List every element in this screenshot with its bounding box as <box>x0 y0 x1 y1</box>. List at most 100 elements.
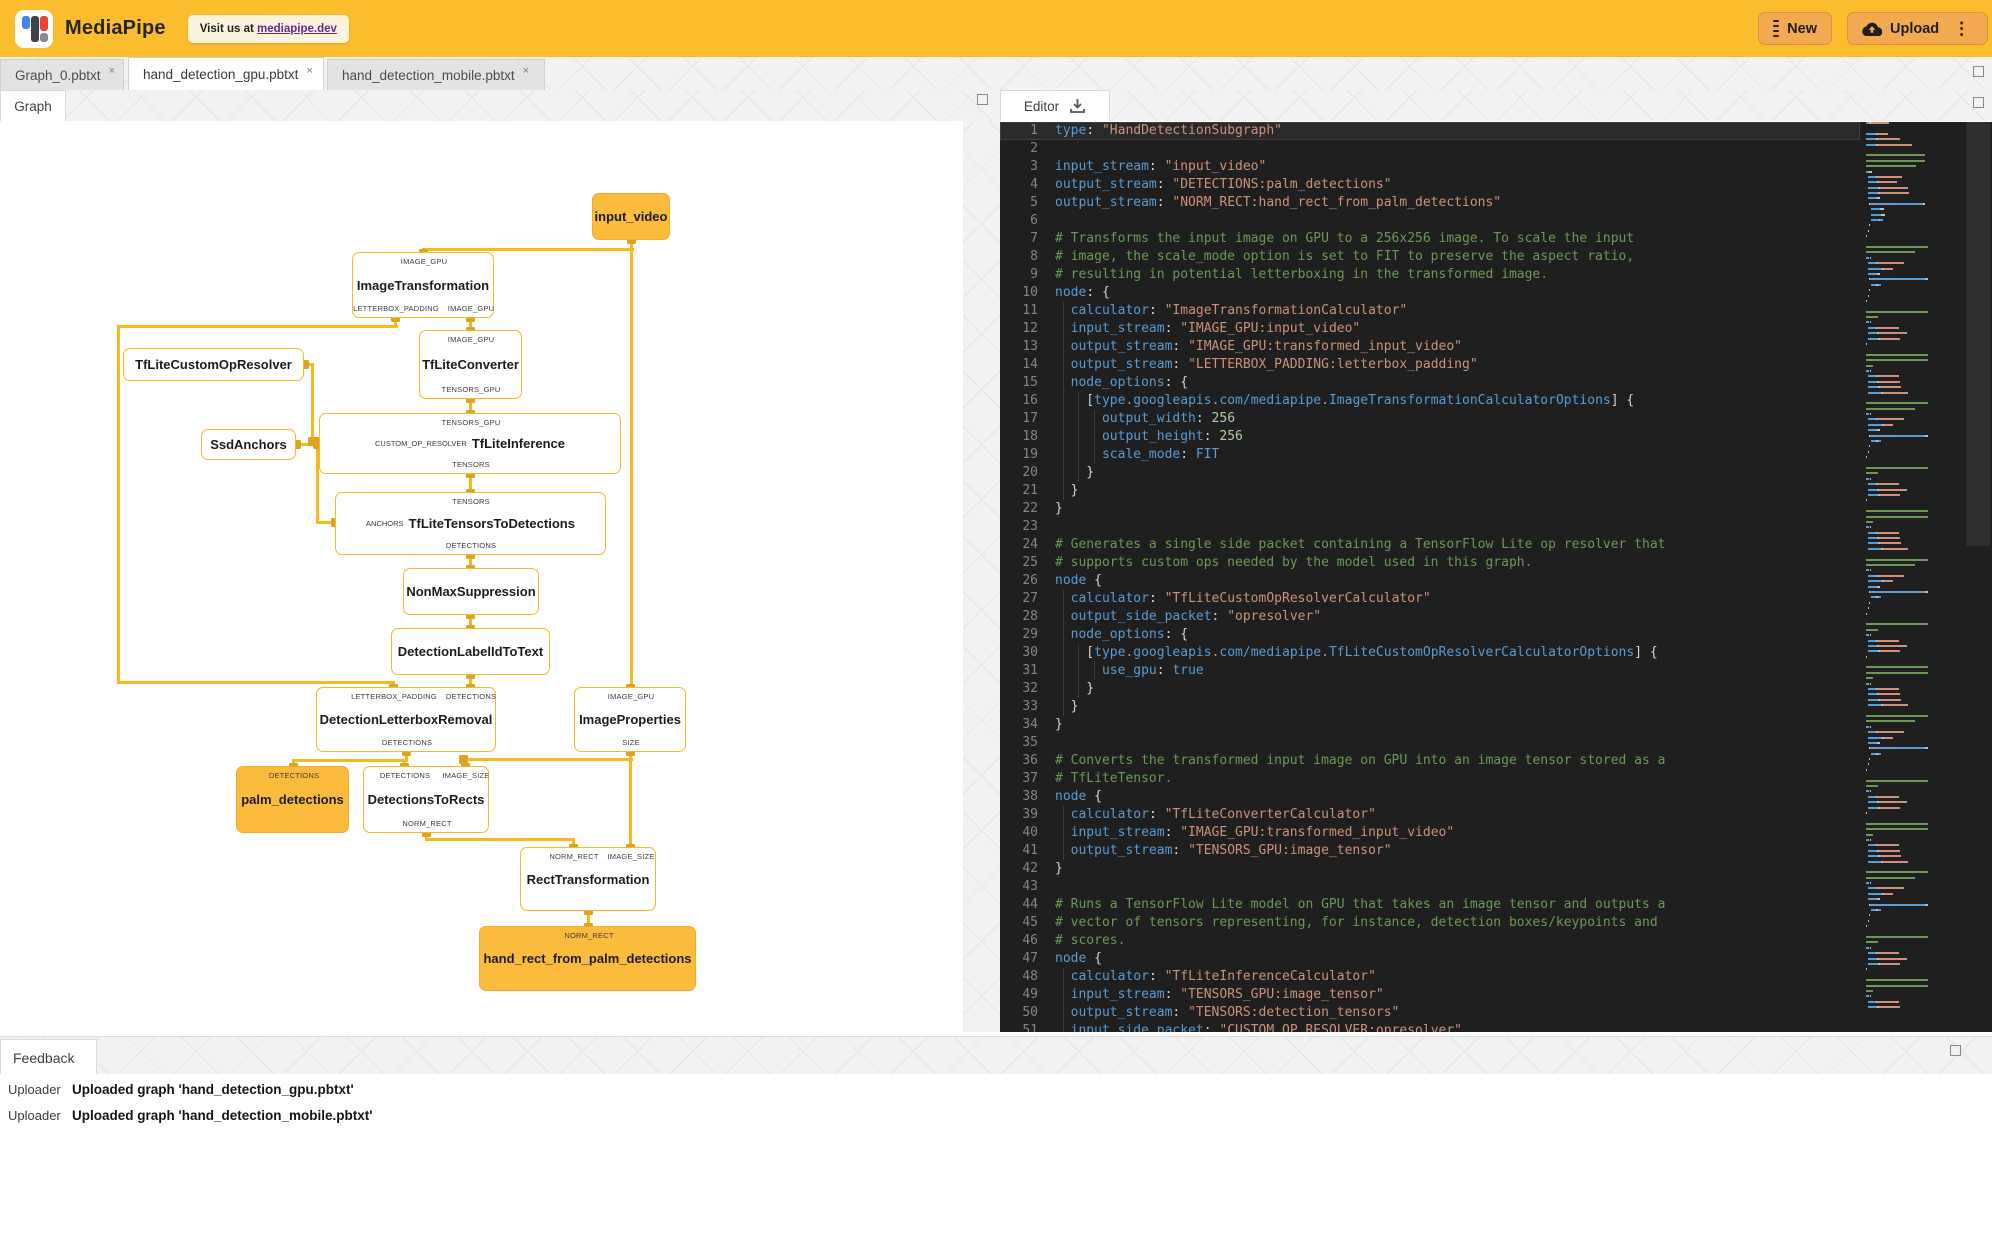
minimap-line <box>1866 860 1962 863</box>
minimap-line <box>1866 849 1962 852</box>
code-line: 25 # supports custom ops needed by the mo… <box>1022 555 1533 570</box>
graph-edge <box>424 837 575 841</box>
tab-hand-detection-mobile-pbtxt[interactable]: hand_detection_mobile.pbtxt × <box>327 59 545 90</box>
minimap-line <box>1866 375 1962 378</box>
port-label: IMAGE_GPU <box>400 257 448 266</box>
code-line: 6 <box>1030 213 1038 228</box>
graph-node-DetectionLetterboxRemoval[interactable]: LETTERBOX_PADDING DETECTIONS DETECTIONS Det… <box>316 687 496 752</box>
code-editor[interactable]: 1 type: "HandDetectionSubgraph" 2 3 input_st… <box>1000 122 1992 1032</box>
minimap-line <box>1866 925 1962 928</box>
minimap-line <box>1866 822 1962 825</box>
expand-tabbar-icon[interactable] <box>1973 66 1984 77</box>
panel-divider[interactable] <box>963 121 1000 1032</box>
mediapipe-dev-link[interactable]: mediapipe.dev <box>257 23 337 35</box>
minimap-line <box>1866 931 1962 933</box>
tab-hand-detection-gpu-pbtxt[interactable]: hand_detection_gpu.pbtxt × <box>128 57 324 91</box>
tab-feedback[interactable]: Feedback <box>0 1039 97 1075</box>
minimap-line <box>1866 585 1962 588</box>
graph-node-ImageTransformation[interactable]: IMAGE_GPU LETTERBOX_PADDING IMAGE_GPU Image… <box>352 252 494 318</box>
minimap-line <box>1866 962 1962 965</box>
minimap-line <box>1866 741 1962 744</box>
graph-node-RectTransformation[interactable]: NORM_RECT IMAGE_SIZE RectTransformation <box>520 847 656 911</box>
tab-graph-0-pbtxt[interactable]: Graph_0.pbtxt × <box>0 59 124 90</box>
code-line: 35 <box>1022 735 1038 750</box>
graph-node-ImageProperties[interactable]: IMAGE_GPU SIZE ImageProperties <box>574 687 686 752</box>
new-button[interactable]: New <box>1758 12 1832 45</box>
graph-node-TfLiteTensorsToDetections[interactable]: TENSORS DETECTIONS ANCHORS TfLiteTensorsToD… <box>335 492 606 555</box>
graph-node-TfLiteInference[interactable]: TENSORS_GPU TENSORS CUSTOM_OP_RESOLVER TfLi… <box>319 413 621 474</box>
minimap-line <box>1866 272 1962 275</box>
editor-scrollbar[interactable] <box>1966 122 1990 546</box>
minimap-line <box>1866 294 1962 297</box>
code-line: 44 # Runs a TensorFlow Lite model on GPU … <box>1022 897 1666 912</box>
minimap-line <box>1866 515 1962 518</box>
graph-node-DetectionsToRects[interactable]: DETECTIONS IMAGE_SIZE NORM_RECT DetectionsT… <box>363 766 489 833</box>
graph-node-TfLiteConverter[interactable]: IMAGE_GPU TENSORS_GPU TfLiteConverter <box>419 330 522 399</box>
minimap-line <box>1866 462 1962 464</box>
code-line: 42} <box>1022 861 1063 876</box>
minimap-line <box>1866 564 1962 567</box>
minimap-line <box>1866 283 1962 286</box>
minimap-line <box>1866 493 1962 496</box>
port-label: DETECTIONS <box>381 738 433 747</box>
upload-button[interactable]: Upload ⋮ <box>1847 12 1988 45</box>
minimap-line <box>1866 397 1962 399</box>
graph-node-DetectionLabelIdToText[interactable]: DetectionLabelIdToText <box>391 628 550 675</box>
graph-edge <box>116 680 395 684</box>
minimap-line <box>1866 736 1962 739</box>
minimap-line <box>1866 547 1962 550</box>
minimap-line <box>1866 989 1962 992</box>
close-tab-icon[interactable]: × <box>523 65 529 77</box>
minimap-line <box>1866 677 1962 680</box>
minimap-line <box>1866 731 1962 734</box>
minimap-line <box>1866 871 1962 874</box>
minimap-line <box>1866 526 1962 529</box>
minimap-line <box>1866 472 1962 475</box>
graph-node-palm_detections[interactable]: DETECTIONS palm_detections <box>236 766 349 833</box>
close-tab-icon[interactable]: × <box>109 65 115 77</box>
expand-graph-panel-icon[interactable] <box>977 94 988 105</box>
node-label: palm_detections <box>241 792 344 807</box>
graph-canvas[interactable]: input_video IMAGE_GPU LETTERBOX_PADDING IMA… <box>0 121 963 1032</box>
code-line: 22} <box>1022 501 1063 516</box>
expand-feedback-icon[interactable] <box>1950 1045 1961 1056</box>
minimap-line <box>1866 644 1962 647</box>
minimap-line <box>1866 612 1962 615</box>
upload-more-icon[interactable]: ⋮ <box>1953 20 1970 37</box>
feedback-bar: Feedback <box>0 1036 1992 1075</box>
minimap-line <box>1866 348 1962 350</box>
minimap-line <box>1866 429 1962 432</box>
graph-node-input_video[interactable]: input_video <box>592 193 670 240</box>
code-line: 16 [type.googleapis.com/mediapipe.ImageT… <box>1022 392 1635 410</box>
minimap-line <box>1866 650 1962 653</box>
minimap-line <box>1866 968 1962 971</box>
tab-graph-view[interactable]: Graph <box>0 90 66 121</box>
graph-node-hand_rect_from_palm_detections[interactable]: NORM_RECT hand_rect_from_palm_detections <box>479 926 696 991</box>
minimap-line <box>1866 262 1962 265</box>
minimap-line <box>1866 310 1962 313</box>
code-line: 9 # resulting in potential letterboxing i… <box>1030 267 1549 282</box>
minimap-line <box>1866 456 1962 459</box>
feedback-entry: Uploader Uploaded graph 'hand_detection_… <box>0 1102 1992 1128</box>
minimap-line <box>1866 256 1962 259</box>
code-line: 36 # Converts the transformed input image… <box>1022 753 1666 768</box>
graph-node-TfLiteCustomOpResolver[interactable]: TfLiteCustomOpResolver <box>123 348 304 381</box>
graph-node-NonMaxSuppression[interactable]: NonMaxSuppression <box>403 568 539 615</box>
graph-edge <box>116 324 120 684</box>
minimap-line <box>1866 364 1962 367</box>
code-lines[interactable]: 1 type: "HandDetectionSubgraph" 2 3 input_st… <box>1000 122 1860 1032</box>
minimap-line <box>1866 289 1962 292</box>
editor-minimap[interactable] <box>1866 122 1962 1011</box>
minimap-line <box>1866 407 1962 410</box>
code-line: 8 # image, the scale_mode option is set t… <box>1030 249 1635 264</box>
download-icon[interactable] <box>1069 98 1086 114</box>
minimap-line <box>1866 219 1962 222</box>
tab-editor-view[interactable]: Editor <box>1000 90 1110 121</box>
expand-editor-panel-icon[interactable] <box>1973 97 1984 108</box>
code-line: 15 node_options: { <box>1022 374 1189 392</box>
port-label: DETECTIONS <box>268 771 320 780</box>
minimap-line <box>1866 202 1962 205</box>
graph-node-SsdAnchors[interactable]: SsdAnchors <box>201 429 296 460</box>
close-tab-icon[interactable]: × <box>306 65 312 77</box>
node-label: DetectionLetterboxRemoval <box>319 712 493 727</box>
